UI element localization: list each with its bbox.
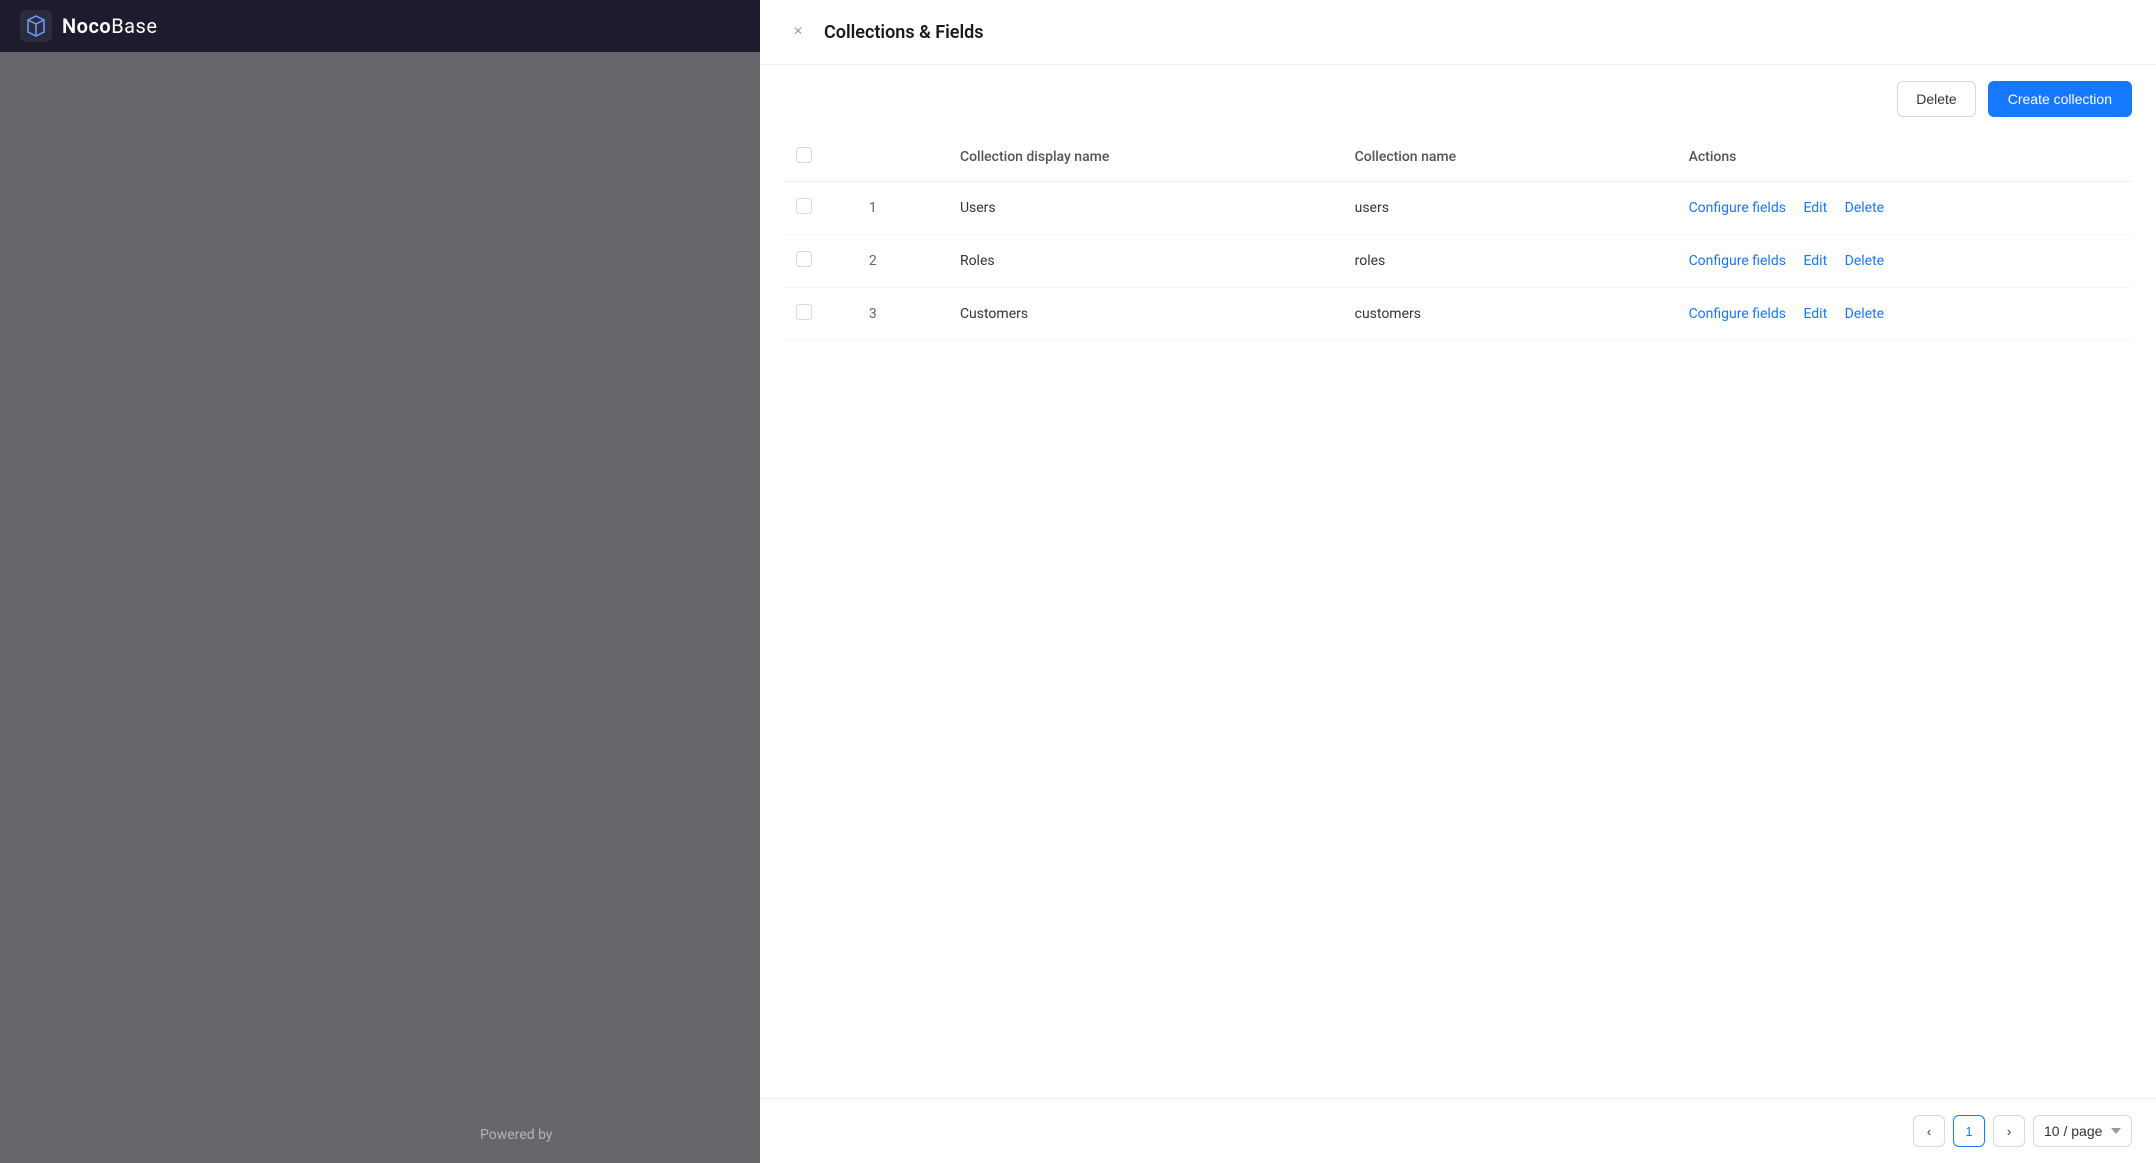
row-1-display-name: Users: [948, 182, 1343, 235]
table-body: 1 Users users Configure fields Edit Dele…: [784, 182, 2132, 341]
row-1-edit[interactable]: Edit: [1803, 200, 1827, 216]
collections-panel: × Collections & Fields Delete Create col…: [760, 0, 2156, 1163]
row-1-configure-fields[interactable]: Configure fields: [1689, 200, 1786, 216]
panel-title: Collections & Fields: [824, 22, 984, 43]
collections-table: Collection display name Collection name …: [784, 133, 2132, 341]
row-3-check: [784, 288, 857, 341]
row-2-name: roles: [1343, 235, 1677, 288]
row-3-delete[interactable]: Delete: [1845, 306, 1884, 322]
page-size-wrapper: 10 / page 20 / page 50 / page: [2033, 1115, 2132, 1147]
row-2-delete[interactable]: Delete: [1845, 253, 1884, 269]
table-row: 1 Users users Configure fields Edit Dele…: [784, 182, 2132, 235]
row-3-edit[interactable]: Edit: [1803, 306, 1827, 322]
row-3-display-name: Customers: [948, 288, 1343, 341]
header-actions: Actions: [1677, 133, 2132, 182]
logo-area: NocoBase: [20, 10, 158, 42]
row-2-edit[interactable]: Edit: [1803, 253, 1827, 269]
row-3-name: customers: [1343, 288, 1677, 341]
current-page-button[interactable]: 1: [1953, 1115, 1985, 1147]
header-display-name: Collection display name: [948, 133, 1343, 182]
collections-table-container: Collection display name Collection name …: [760, 133, 2156, 1098]
next-page-button[interactable]: ›: [1993, 1115, 2025, 1147]
row-3-checkbox[interactable]: [796, 304, 812, 320]
pagination: ‹ 1 › 10 / page 20 / page 50 / page: [760, 1098, 2156, 1163]
close-icon: ×: [793, 23, 802, 41]
app-header: NocoBase: [0, 0, 760, 52]
row-2-configure-fields[interactable]: Configure fields: [1689, 253, 1786, 269]
row-2-actions: Configure fields Edit Delete: [1677, 235, 2132, 288]
row-1-delete[interactable]: Delete: [1845, 200, 1884, 216]
logo-icon: [20, 10, 52, 42]
select-all-checkbox[interactable]: [796, 147, 812, 163]
table-row: 3 Customers customers Configure fields E…: [784, 288, 2132, 341]
header-collection-name: Collection name: [1343, 133, 1677, 182]
header-check: [784, 133, 857, 182]
page-size-select[interactable]: 10 / page 20 / page 50 / page: [2033, 1115, 2132, 1147]
logo-text: NocoBase: [62, 14, 158, 38]
row-2-check: [784, 235, 857, 288]
row-2-display-name: Roles: [948, 235, 1343, 288]
header-index: [857, 133, 948, 182]
table-row: 2 Roles roles Configure fields Edit Dele…: [784, 235, 2132, 288]
row-2-index: 2: [857, 235, 948, 288]
row-2-checkbox[interactable]: [796, 251, 812, 267]
row-1-actions: Configure fields Edit Delete: [1677, 182, 2132, 235]
powered-by-text: Powered by: [480, 1127, 553, 1143]
row-1-index: 1: [857, 182, 948, 235]
row-1-name: users: [1343, 182, 1677, 235]
row-3-configure-fields[interactable]: Configure fields: [1689, 306, 1786, 322]
row-3-index: 3: [857, 288, 948, 341]
table-header: Collection display name Collection name …: [784, 133, 2132, 182]
row-3-actions: Configure fields Edit Delete: [1677, 288, 2132, 341]
panel-toolbar: Delete Create collection: [760, 65, 2156, 133]
prev-page-button[interactable]: ‹: [1913, 1115, 1945, 1147]
create-collection-button[interactable]: Create collection: [1988, 81, 2132, 117]
delete-button[interactable]: Delete: [1897, 81, 1975, 117]
row-1-checkbox[interactable]: [796, 198, 812, 214]
close-button[interactable]: ×: [784, 18, 812, 46]
dim-overlay: [0, 52, 760, 1163]
panel-header: × Collections & Fields: [760, 0, 2156, 65]
row-1-check: [784, 182, 857, 235]
